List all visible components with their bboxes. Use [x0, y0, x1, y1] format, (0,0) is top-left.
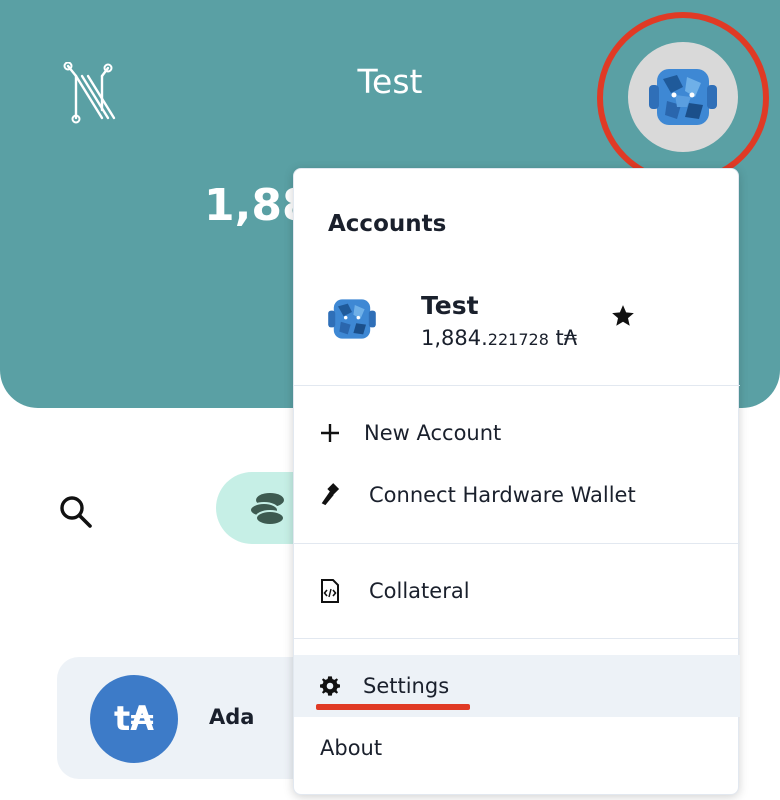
highlight-ring-annotation: [597, 12, 769, 184]
menu-divider: [294, 638, 740, 639]
settings-label: Settings: [363, 674, 450, 698]
new-account-label: New Account: [364, 421, 502, 445]
star-icon[interactable]: [610, 303, 636, 329]
collateral-item[interactable]: Collateral: [294, 560, 740, 622]
file-code-icon: [318, 579, 342, 603]
account-avatar-icon[interactable]: [324, 291, 380, 347]
account-balance-decimals: 221728: [487, 330, 549, 349]
coins-icon: [249, 493, 285, 526]
about-item[interactable]: About: [294, 717, 740, 779]
account-name[interactable]: Test: [421, 291, 479, 320]
account-balance-main: 1,884.: [421, 326, 488, 350]
ada-badge: t₳: [90, 675, 178, 763]
search-icon[interactable]: [58, 494, 94, 530]
menu-divider: [294, 385, 740, 386]
usb-icon: [318, 483, 342, 507]
gear-icon: [318, 674, 342, 698]
account-balance-unit: t₳: [548, 326, 578, 350]
connect-hardware-wallet-item[interactable]: Connect Hardware Wallet: [294, 464, 740, 526]
settings-underline-annotation: [316, 704, 470, 710]
asset-name: Ada: [209, 705, 255, 729]
collateral-label: Collateral: [369, 579, 470, 603]
new-account-item[interactable]: New Account: [294, 402, 740, 464]
account-balance: 1,884.221728 t₳: [421, 326, 577, 350]
about-label: About: [320, 736, 383, 760]
menu-divider: [294, 543, 740, 544]
plus-icon: [318, 421, 342, 445]
menu-heading: Accounts: [328, 211, 447, 237]
connect-hardware-wallet-label: Connect Hardware Wallet: [369, 483, 636, 507]
account-menu: Accounts Test 1,884.221728 t₳ New Accoun…: [293, 168, 740, 795]
